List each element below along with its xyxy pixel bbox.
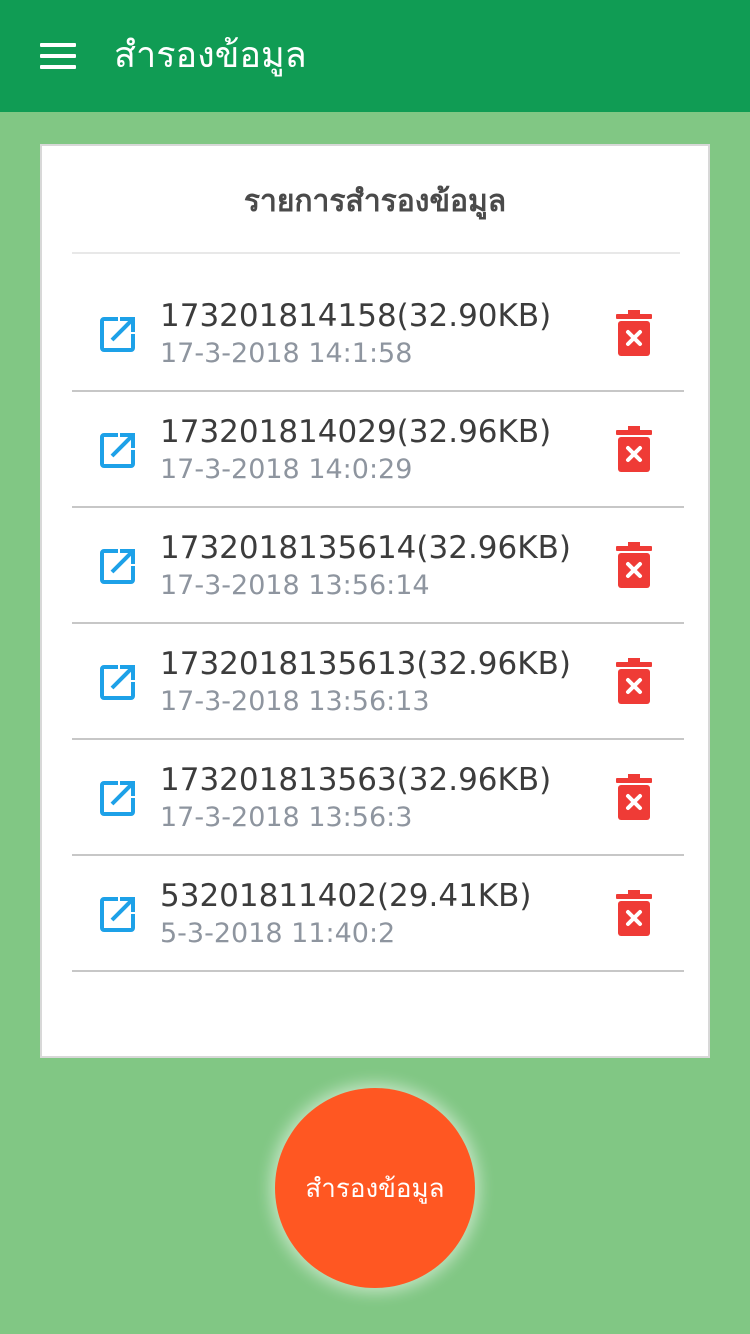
backup-button-label: สำรองข้อมูล	[305, 1173, 445, 1204]
backup-date: 17-3-2018 13:56:3	[160, 802, 413, 833]
backup-name: 53201811402(29.41KB)	[160, 878, 532, 914]
backup-name: 1732018135613(32.96KB)	[160, 646, 571, 682]
backup-date: 17-3-2018 13:56:14	[160, 570, 430, 601]
open-external-icon[interactable]	[98, 314, 138, 354]
open-external-icon[interactable]	[98, 894, 138, 934]
backup-button[interactable]: สำรองข้อมูล	[275, 1088, 475, 1288]
open-external-icon[interactable]	[98, 778, 138, 818]
card-title: รายการสำรองข้อมูล	[243, 184, 507, 219]
backup-row: 1732018135614(32.96KB) 17-3-2018 13:56:14	[72, 508, 684, 624]
open-external-icon[interactable]	[98, 546, 138, 586]
backup-name: 173201813563(32.96KB)	[160, 762, 552, 798]
app-title: สำรองข้อมูล	[114, 35, 307, 76]
backup-list-card: รายการสำรองข้อมูล 173201814158(32.90KB) 1…	[40, 144, 710, 1058]
backup-list: 173201814158(32.90KB) 17-3-2018 14:1:58 17…	[72, 276, 684, 972]
trash-delete-icon[interactable]	[616, 426, 652, 472]
app-bar: สำรองข้อมูล	[0, 0, 750, 112]
trash-delete-icon[interactable]	[616, 310, 652, 356]
backup-row: 53201811402(29.41KB) 5-3-2018 11:40:2	[72, 856, 684, 972]
backup-date: 17-3-2018 13:56:13	[160, 686, 430, 717]
open-external-icon[interactable]	[98, 430, 138, 470]
backup-row: 173201814029(32.96KB) 17-3-2018 14:0:29	[72, 392, 684, 508]
trash-delete-icon[interactable]	[616, 774, 652, 820]
backup-date: 17-3-2018 14:1:58	[160, 338, 413, 369]
backup-row: 1732018135613(32.96KB) 17-3-2018 13:56:13	[72, 624, 684, 740]
trash-delete-icon[interactable]	[616, 542, 652, 588]
trash-delete-icon[interactable]	[616, 658, 652, 704]
open-external-icon[interactable]	[98, 662, 138, 702]
menu-icon[interactable]	[40, 43, 76, 69]
backup-date: 17-3-2018 14:0:29	[160, 454, 413, 485]
divider	[72, 252, 680, 254]
backup-name: 173201814158(32.90KB)	[160, 298, 552, 334]
backup-name: 173201814029(32.96KB)	[160, 414, 552, 450]
trash-delete-icon[interactable]	[616, 890, 652, 936]
backup-row: 173201813563(32.96KB) 17-3-2018 13:56:3	[72, 740, 684, 856]
backup-row: 173201814158(32.90KB) 17-3-2018 14:1:58	[72, 276, 684, 392]
backup-name: 1732018135614(32.96KB)	[160, 530, 571, 566]
backup-date: 5-3-2018 11:40:2	[160, 918, 396, 949]
